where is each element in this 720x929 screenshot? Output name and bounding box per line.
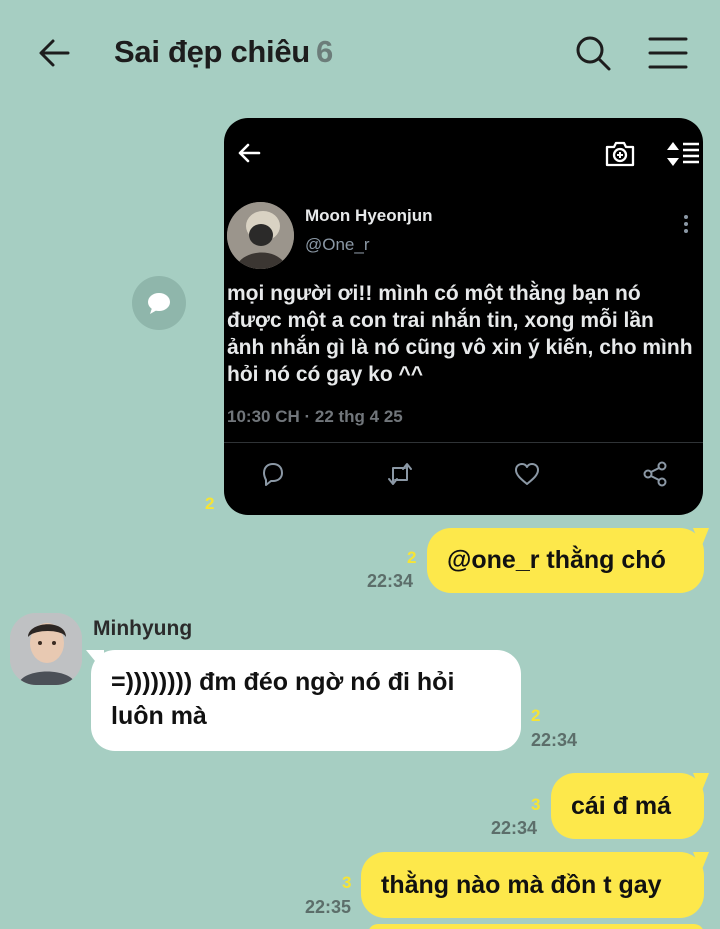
sender-name: Minhyung — [93, 617, 193, 640]
bubble-tail — [693, 773, 709, 793]
bubble-tail — [693, 852, 709, 872]
message-time: 22:34 — [367, 571, 414, 591]
camera-icon — [605, 141, 635, 167]
tweet-text-line: hỏi nó có gay ko ^^ — [227, 363, 424, 386]
bubble-tail — [693, 528, 709, 548]
tweet-divider — [224, 442, 703, 443]
tweet-author-handle: @One_r — [305, 235, 370, 254]
retweet-icon — [388, 463, 412, 485]
message-text: thằng nào mà đồn t gay — [381, 871, 662, 899]
message-time: 22:35 — [305, 897, 352, 917]
menu-icon — [648, 37, 688, 69]
tweet-back-button — [236, 140, 262, 171]
shared-tweet-image[interactable]: Moon Hyeonjun @One_r mọi người ơi!! mình… — [224, 118, 703, 515]
tweet-text-line: ảnh nhắn gì là nó cũng vô xin ý kiến, ch… — [227, 336, 693, 359]
member-count: 6 — [315, 34, 333, 69]
back-arrow-icon — [238, 143, 261, 163]
back-arrow-icon — [39, 39, 70, 67]
share-icon — [643, 461, 667, 487]
tweet-text-line: được một a con trai nhắn tin, xong mỗi l… — [227, 309, 654, 332]
sort-icon — [667, 142, 699, 166]
tweet-retweet-button — [385, 459, 415, 489]
back-button[interactable] — [34, 32, 76, 74]
tweet-author-name: Moon Hyeonjun — [305, 206, 433, 225]
reply-icon — [263, 463, 283, 486]
message-text-line: luôn mà — [111, 702, 207, 730]
chat-header: Sai đẹp chiêu 6 — [0, 0, 720, 105]
like-icon — [515, 463, 539, 485]
share-button[interactable] — [132, 276, 186, 330]
tweet-timestamp: 10:30 CH · 22 thg 4 25 — [227, 407, 403, 426]
speech-bubble-icon — [148, 293, 170, 314]
my-message-bubble[interactable]: cái đ má — [551, 773, 704, 839]
my-message-bubble[interactable]: thằng nào mà đồn t gay — [361, 852, 704, 918]
tweet-text-line: mọi người ơi!! mình có một thằng bạn nó — [227, 282, 641, 305]
tweet-more-button — [682, 214, 690, 239]
unread-count: 3 — [531, 795, 541, 814]
other-message-bubble[interactable]: =)))))))) đm đéo ngờ nó đi hỏi luôn mà — [91, 650, 521, 751]
message-text: @one_r thằng chó — [447, 546, 666, 574]
message-text: cái đ má — [571, 792, 672, 820]
message-text-line: =)))))))) đm đéo ngờ nó đi hỏi — [111, 668, 455, 696]
message-time: 22:34 — [531, 730, 578, 750]
menu-button[interactable] — [646, 34, 690, 72]
unread-count: 2 — [205, 494, 215, 513]
unread-count: 2 — [531, 706, 541, 725]
tweet-like-button — [512, 459, 542, 489]
tweet-text: mọi người ơi!! mình có một thằng bạn nó … — [227, 280, 703, 388]
chat-title: Sai đẹp chiêu 6 — [114, 34, 333, 70]
more-vertical-icon — [684, 215, 688, 233]
search-icon — [576, 36, 611, 71]
avatar[interactable] — [10, 613, 82, 685]
tweet-share-button — [640, 459, 670, 489]
tweet-sort-button — [666, 140, 700, 173]
search-button[interactable] — [572, 32, 614, 74]
tweet-reply-button — [258, 459, 288, 489]
tweet-camera-button — [604, 138, 636, 173]
tweet-author-avatar — [227, 202, 294, 269]
message-time: 22:34 — [491, 818, 538, 838]
unread-count: 3 — [342, 873, 352, 892]
chat-name: Sai đẹp chiêu — [114, 34, 310, 69]
my-message-bubble[interactable]: @one_r thằng chó — [427, 528, 704, 593]
my-message-bubble — [368, 924, 704, 929]
unread-count: 2 — [407, 548, 417, 567]
